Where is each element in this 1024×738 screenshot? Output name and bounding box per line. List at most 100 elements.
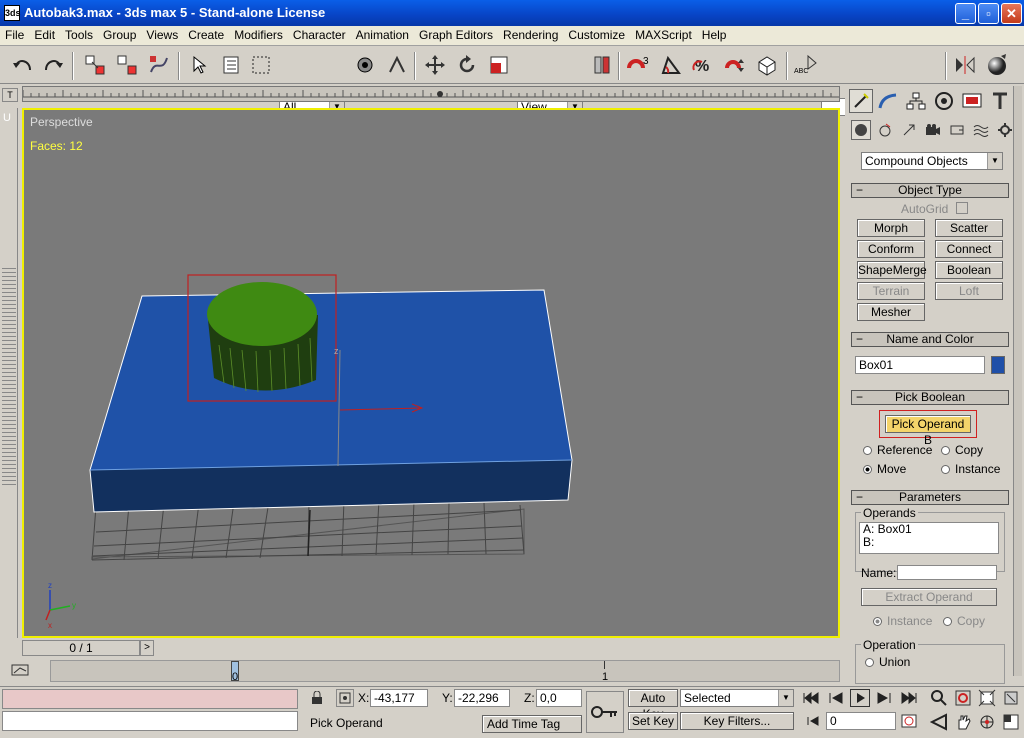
maxscript-input[interactable] bbox=[2, 711, 298, 731]
track-bar[interactable]: 0 1 bbox=[0, 658, 845, 686]
select-and-rotate-icon[interactable] bbox=[454, 52, 480, 78]
viewport-toggle-button[interactable]: T bbox=[2, 88, 18, 102]
lights-icon[interactable] bbox=[899, 120, 919, 140]
close-button[interactable]: ✕ bbox=[1001, 3, 1022, 24]
left-strip-scroll[interactable] bbox=[2, 268, 16, 488]
hierarchy-tab-icon[interactable] bbox=[903, 89, 929, 113]
menu-maxscript[interactable]: MAXScript bbox=[630, 26, 697, 44]
auto-key-button[interactable]: Auto Key bbox=[628, 689, 678, 721]
time-next-arrow[interactable]: > bbox=[140, 640, 154, 656]
cameras-icon[interactable] bbox=[923, 120, 943, 140]
modify-tab-icon[interactable] bbox=[875, 89, 901, 113]
named-selection-sets-icon[interactable]: ABC bbox=[794, 52, 820, 78]
object-color-swatch[interactable] bbox=[991, 356, 1005, 374]
menu-graph-editors[interactable]: Graph Editors bbox=[414, 26, 498, 44]
space-warps-icon[interactable] bbox=[971, 120, 991, 140]
operand-a[interactable]: A: Box01 bbox=[860, 523, 998, 536]
name-and-color-rollout-header[interactable]: − Name and Color bbox=[851, 332, 1009, 347]
key-filters-button[interactable]: Key Filters... bbox=[680, 712, 794, 730]
use-pivot-point-center-icon[interactable] bbox=[589, 52, 615, 78]
set-key-button[interactable]: Set Key bbox=[628, 712, 678, 730]
undo-icon[interactable] bbox=[10, 52, 36, 78]
systems-icon[interactable] bbox=[995, 120, 1015, 140]
mirror-icon[interactable] bbox=[952, 52, 978, 78]
y-coordinate-field[interactable]: -22,296 bbox=[454, 689, 510, 707]
angle-snap-toggle-icon[interactable] bbox=[658, 52, 684, 78]
time-configuration-icon[interactable] bbox=[900, 713, 918, 732]
menu-help[interactable]: Help bbox=[697, 26, 732, 44]
geometry-icon[interactable] bbox=[851, 120, 871, 140]
connect-button[interactable]: Connect bbox=[935, 240, 1003, 258]
previous-frame-icon[interactable] bbox=[828, 691, 846, 708]
time-slider[interactable]: 0 / 1 bbox=[22, 640, 140, 656]
object-name-field[interactable]: Box01 bbox=[855, 356, 985, 374]
motion-tab-icon[interactable] bbox=[931, 89, 957, 113]
current-frame-field[interactable]: 0 bbox=[826, 712, 896, 730]
terrain-button[interactable]: Terrain bbox=[857, 282, 925, 300]
arc-rotate-icon[interactable] bbox=[978, 713, 996, 734]
spinner-snap-toggle-icon[interactable] bbox=[722, 52, 748, 78]
boolean-button[interactable]: Boolean bbox=[935, 261, 1003, 279]
menu-tools[interactable]: Tools bbox=[60, 26, 98, 44]
object-type-rollout-header[interactable]: − Object Type bbox=[851, 183, 1009, 198]
redo-icon[interactable] bbox=[40, 52, 66, 78]
open-mini-curve-editor-icon[interactable] bbox=[10, 662, 32, 678]
instance-radio[interactable]: Instance bbox=[941, 462, 1000, 476]
x-coordinate-field[interactable]: -43,177 bbox=[370, 689, 428, 707]
pan-icon[interactable] bbox=[954, 713, 972, 734]
menu-customize[interactable]: Customize bbox=[563, 26, 630, 44]
selection-set-dropdown[interactable]: Selected ▼ bbox=[680, 689, 794, 707]
union-radio[interactable]: Union bbox=[865, 655, 910, 669]
unlink-selection-icon[interactable] bbox=[114, 52, 140, 78]
morph-button[interactable]: Morph bbox=[857, 219, 925, 237]
extract-instance-radio[interactable]: Instance bbox=[873, 614, 932, 628]
menu-animation[interactable]: Animation bbox=[351, 26, 414, 44]
select-by-name-icon[interactable] bbox=[216, 52, 242, 78]
lock-selection-icon[interactable] bbox=[310, 690, 324, 705]
menu-edit[interactable]: Edit bbox=[29, 26, 60, 44]
extract-operand-button[interactable]: Extract Operand bbox=[861, 588, 997, 606]
pick-boolean-rollout-header[interactable]: − Pick Boolean bbox=[851, 390, 1009, 405]
add-time-tag-button[interactable]: Add Time Tag bbox=[482, 715, 582, 733]
reference-radio[interactable]: Reference bbox=[863, 443, 932, 457]
menu-create[interactable]: Create bbox=[183, 26, 229, 44]
menu-views[interactable]: Views bbox=[141, 26, 183, 44]
scatter-button[interactable]: Scatter bbox=[935, 219, 1003, 237]
perspective-viewport[interactable]: Perspective Faces: 12 z z y x bbox=[22, 108, 840, 638]
helpers-icon[interactable] bbox=[947, 120, 967, 140]
pick-operand-b-button[interactable]: Pick Operand B bbox=[885, 415, 971, 447]
zoom-extents-icon[interactable] bbox=[978, 689, 996, 710]
menu-character[interactable]: Character bbox=[288, 26, 351, 44]
conform-button[interactable]: Conform bbox=[857, 240, 925, 258]
play-icon[interactable] bbox=[850, 689, 870, 707]
snaps-toggle-icon[interactable]: 3 bbox=[626, 52, 652, 78]
select-object-icon[interactable] bbox=[186, 52, 212, 78]
menu-modifiers[interactable]: Modifiers bbox=[229, 26, 288, 44]
select-and-scale-icon[interactable] bbox=[486, 52, 512, 78]
shapes-icon[interactable] bbox=[875, 120, 895, 140]
parameters-rollout-header[interactable]: − Parameters bbox=[851, 490, 1009, 505]
select-and-link-icon[interactable] bbox=[82, 52, 108, 78]
next-frame-icon[interactable] bbox=[874, 691, 892, 708]
menu-file[interactable]: File bbox=[0, 26, 29, 44]
operand-b[interactable]: B: bbox=[860, 536, 998, 549]
utilities-tab-icon[interactable] bbox=[987, 89, 1013, 113]
command-panel-scrollbar[interactable] bbox=[1013, 86, 1022, 676]
go-to-end-icon[interactable] bbox=[900, 691, 918, 708]
display-tab-icon[interactable] bbox=[959, 89, 985, 113]
shapemerge-button[interactable]: ShapeMerge bbox=[857, 261, 927, 279]
track-bar-strip[interactable]: 0 1 bbox=[50, 660, 840, 683]
menu-rendering[interactable]: Rendering bbox=[498, 26, 563, 44]
key-mode-toggle-icon[interactable] bbox=[806, 715, 820, 730]
crossing-selection-icon[interactable] bbox=[384, 52, 410, 78]
extract-copy-radio[interactable]: Copy bbox=[943, 614, 985, 628]
menu-group[interactable]: Group bbox=[98, 26, 141, 44]
rectangular-selection-icon[interactable] bbox=[248, 52, 274, 78]
z-coordinate-field[interactable]: 0,0 bbox=[536, 689, 582, 707]
percent-snap-toggle-icon[interactable]: % bbox=[690, 52, 716, 78]
select-and-move-icon[interactable] bbox=[422, 52, 448, 78]
zoom-all-icon[interactable] bbox=[954, 689, 972, 710]
bind-to-space-warp-icon[interactable] bbox=[146, 52, 172, 78]
maxscript-listener-mini[interactable] bbox=[2, 689, 298, 709]
minimize-button[interactable]: _ bbox=[955, 3, 976, 24]
